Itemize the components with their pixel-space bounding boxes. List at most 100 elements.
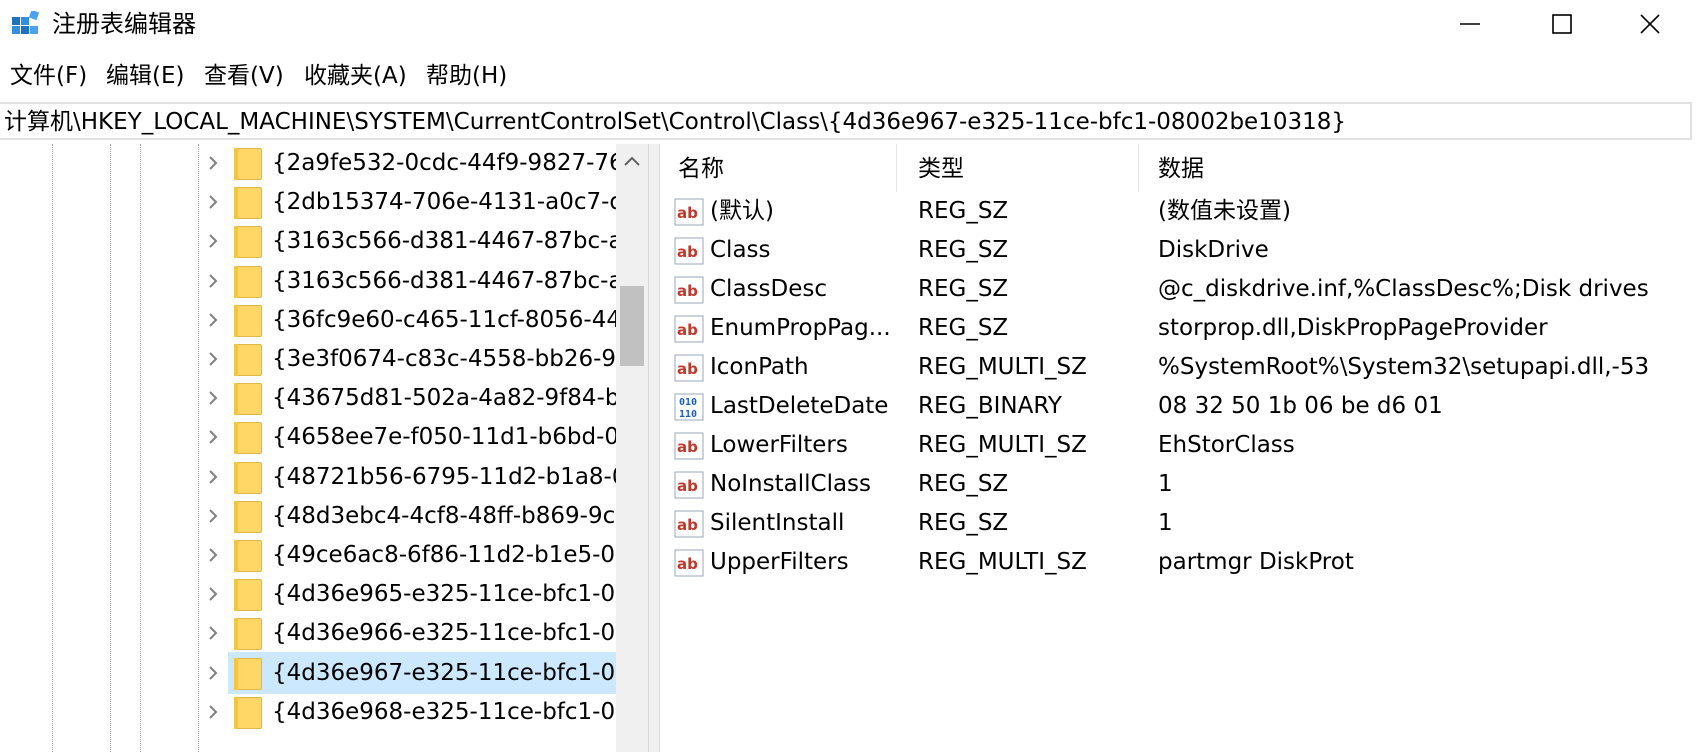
value-row[interactable]: ab EnumPropPag... REG_SZ storprop.dll,DiskP…: [660, 307, 1696, 349]
svg-text:ab: ab: [677, 204, 698, 222]
value-row[interactable]: ab NoInstallClass REG_SZ 1: [660, 463, 1696, 505]
svg-text:ab: ab: [677, 360, 698, 378]
menu-favorites[interactable]: 收藏夹(A): [298, 56, 413, 96]
value-type: REG_MULTI_SZ: [918, 354, 1087, 380]
key-tree[interactable]: {2a9fe532-0cdc-44f9-9827-76 {2db15374-706…: [0, 144, 648, 752]
tree-item-label: {2db15374-706e-4131-a0c7-d: [272, 189, 625, 216]
tree-item-label: {2a9fe532-0cdc-44f9-9827-76: [272, 150, 624, 176]
column-header-name[interactable]: 名称: [678, 144, 724, 190]
chevron-right-icon[interactable]: [204, 546, 222, 564]
svg-text:ab: ab: [677, 282, 698, 300]
value-type: REG_SZ: [918, 510, 1009, 536]
chevron-right-icon[interactable]: [204, 193, 222, 211]
folder-icon: [234, 696, 262, 729]
tree-item[interactable]: {48721b56-6795-11d2-b1a8-0: [0, 456, 627, 498]
tree-scrollbar[interactable]: [616, 144, 648, 752]
chevron-right-icon[interactable]: [204, 703, 222, 721]
value-list[interactable]: 名称 类型 数据 ab (默认) REG_SZ (数值未设置) ab Class REG_S…: [660, 144, 1696, 752]
chevron-right-icon[interactable]: [204, 468, 222, 486]
column-separator[interactable]: [896, 144, 897, 192]
folder-icon: [234, 540, 262, 572]
folder-icon: [234, 226, 262, 259]
tree-item-label: {4d36e965-e325-11ce-bfc1-08: [272, 581, 630, 608]
folder-icon: [234, 148, 262, 180]
chevron-right-icon[interactable]: [204, 428, 222, 446]
tree-item[interactable]: {49ce6ac8-6f86-11d2-b1e5-00: [0, 534, 630, 576]
value-type: REG_SZ: [918, 276, 1009, 302]
window-title: 注册表编辑器: [52, 10, 196, 38]
title-bar: 注册表编辑器: [0, 0, 1696, 48]
scroll-up-arrow-icon[interactable]: [622, 154, 642, 168]
string-value-icon: ab: [674, 432, 704, 460]
menu-view[interactable]: 查看(V): [198, 56, 290, 96]
pane-splitter[interactable]: [648, 144, 660, 752]
tree-item-label: {4658ee7e-f050-11d1-b6bd-0: [272, 424, 620, 451]
chevron-right-icon[interactable]: [204, 507, 222, 525]
tree-item[interactable]: {3163c566-d381-4467-87bc-a: [0, 220, 623, 262]
folder-icon: [234, 500, 262, 533]
tree-item[interactable]: {4d36e967-e325-11ce-bfc1-08: [0, 651, 630, 694]
svg-text:010: 010: [679, 397, 697, 408]
registry-editor-icon: [12, 11, 40, 34]
tree-item[interactable]: {43675d81-502a-4a82-9f84-b7: [0, 377, 634, 419]
value-data: %SystemRoot%\System32\setupapi.dll,-53: [1158, 354, 1650, 380]
menu-help[interactable]: 帮助(H): [420, 56, 513, 96]
tree-item[interactable]: {3163c566-d381-4467-87bc-a: [0, 260, 623, 302]
chevron-right-icon[interactable]: [204, 624, 222, 642]
value-data: 08 32 50 1b 06 be d6 01: [1158, 393, 1443, 419]
menu-edit[interactable]: 编辑(E): [100, 56, 190, 96]
chevron-right-icon[interactable]: [204, 154, 222, 172]
tree-item-label: {4d36e966-e325-11ce-bfc1-08: [272, 620, 630, 647]
value-type: REG_SZ: [918, 198, 1009, 224]
tree-scroll-thumb[interactable]: [620, 286, 644, 366]
tree-item[interactable]: {3e3f0674-c83c-4558-bb26-98: [0, 338, 631, 380]
maximize-button[interactable]: [1516, 0, 1608, 48]
value-row[interactable]: ab IconPath REG_MULTI_SZ %SystemRoot%\Syste…: [660, 346, 1696, 388]
value-row[interactable]: ab SilentInstall REG_SZ 1: [660, 502, 1696, 544]
svg-text:ab: ab: [677, 477, 698, 495]
chevron-right-icon[interactable]: [204, 664, 222, 682]
value-row[interactable]: 010 110 LastDeleteDate REG_BINARY 08 32 50 1…: [660, 385, 1696, 427]
menu-file[interactable]: 文件(F): [4, 56, 93, 96]
tree-item[interactable]: {4d36e968-e325-11ce-bfc1-08: [0, 691, 630, 733]
minimize-button[interactable]: [1424, 0, 1516, 48]
chevron-right-icon[interactable]: [204, 232, 222, 250]
value-type: REG_MULTI_SZ: [918, 549, 1087, 575]
tree-item[interactable]: {2db15374-706e-4131-a0c7-d: [0, 181, 624, 223]
column-header-type[interactable]: 类型: [918, 144, 964, 190]
address-bar[interactable]: 计算机\HKEY_LOCAL_MACHINE\SYSTEM\CurrentCon…: [0, 102, 1692, 140]
tree-item[interactable]: {4d36e966-e325-11ce-bfc1-08: [0, 612, 630, 654]
value-row[interactable]: ab (默认) REG_SZ (数值未设置): [660, 190, 1696, 232]
tree-item[interactable]: {2a9fe532-0cdc-44f9-9827-76: [0, 144, 624, 184]
tree-item-label: {49ce6ac8-6f86-11d2-b1e5-00: [272, 542, 630, 568]
folder-icon: [234, 461, 262, 494]
chevron-right-icon[interactable]: [204, 311, 222, 329]
svg-text:110: 110: [679, 409, 697, 420]
chevron-right-icon[interactable]: [204, 389, 222, 407]
folder-icon: [234, 265, 262, 298]
value-row[interactable]: ab ClassDesc REG_SZ @c_diskdrive.inf,%Class…: [660, 268, 1696, 310]
value-name: (默认): [710, 198, 774, 224]
close-button[interactable]: [1604, 0, 1696, 48]
tree-item[interactable]: {48d3ebc4-4cf8-48ff-b869-9c6: [0, 495, 630, 537]
value-data: (数值未设置): [1158, 198, 1291, 224]
svg-text:ab: ab: [677, 438, 698, 456]
column-header-data[interactable]: 数据: [1158, 144, 1204, 190]
column-separator[interactable]: [1138, 144, 1139, 192]
tree-item[interactable]: {4d36e965-e325-11ce-bfc1-08: [0, 573, 630, 615]
value-row[interactable]: ab Class REG_SZ DiskDrive: [660, 229, 1696, 271]
folder-icon: [234, 187, 262, 220]
tree-item[interactable]: {36fc9e60-c465-11cf-8056-444: [0, 299, 636, 341]
tree-item[interactable]: {4658ee7e-f050-11d1-b6bd-0: [0, 416, 620, 458]
string-value-icon: ab: [674, 471, 704, 499]
folder-icon: [234, 304, 262, 337]
value-row[interactable]: ab UpperFilters REG_MULTI_SZ partmgr DiskPr…: [660, 541, 1696, 583]
value-data: storprop.dll,DiskPropPageProvider: [1158, 315, 1548, 341]
chevron-right-icon[interactable]: [204, 350, 222, 368]
chevron-right-icon[interactable]: [204, 585, 222, 603]
chevron-right-icon[interactable]: [204, 272, 222, 290]
tree-item-label: {43675d81-502a-4a82-9f84-b7: [272, 385, 635, 412]
value-row[interactable]: ab LowerFilters REG_MULTI_SZ EhStorClass: [660, 424, 1696, 466]
value-data: @c_diskdrive.inf,%ClassDesc%;Disk drives: [1158, 276, 1649, 302]
folder-icon: [234, 383, 262, 416]
